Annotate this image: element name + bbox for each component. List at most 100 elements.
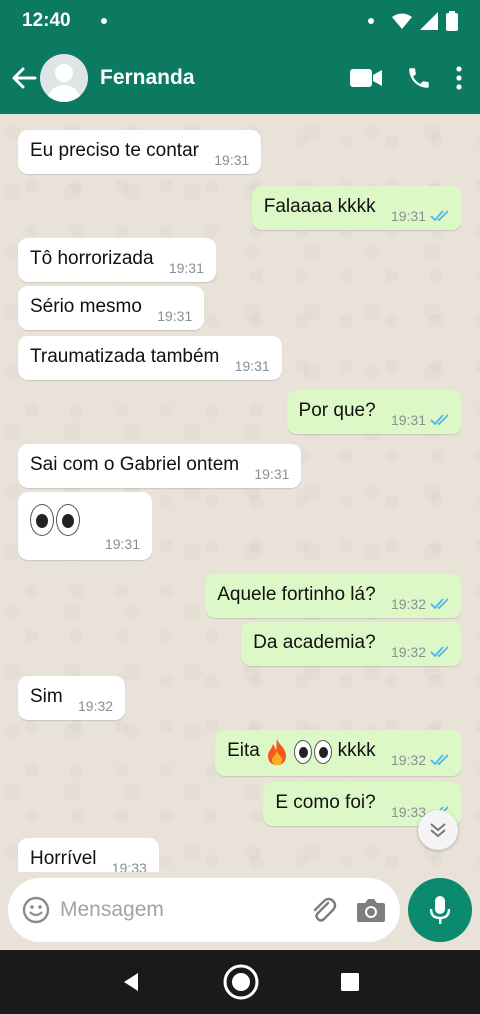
emoji-icon[interactable] (22, 896, 50, 924)
mic-button[interactable] (408, 878, 472, 942)
avatar[interactable] (40, 54, 88, 102)
message-text: Eu preciso te contar (30, 140, 199, 161)
message-meta: 19:31 (105, 536, 140, 552)
message-incoming[interactable]: Horrível 19:33 (18, 838, 159, 872)
message-text: Tô horrorizada (30, 248, 154, 269)
double-check-icon (430, 598, 449, 610)
double-check-icon (430, 754, 449, 766)
signal-icon (420, 12, 438, 30)
message-time: 19:31 (254, 466, 290, 482)
message-time: 19:32 (78, 698, 114, 714)
camera-icon[interactable] (356, 897, 386, 923)
double-check-icon (430, 646, 449, 658)
double-check-icon (430, 210, 449, 222)
eyes-emoji-icon (294, 740, 333, 764)
message-time: 19:31 (157, 308, 193, 324)
system-nav-bar (0, 950, 480, 1014)
notification-dot (100, 18, 107, 24)
message-meta: 19:32 (391, 752, 450, 768)
fire-emoji-icon (268, 739, 287, 765)
message-outgoing[interactable]: Por que? 19:31 (286, 390, 462, 434)
status-icons (368, 11, 458, 31)
message-meta: 19:33 (112, 860, 147, 872)
video-call-icon (350, 69, 382, 87)
message-text: Horrível (30, 848, 97, 869)
message-text: E como foi? (275, 792, 376, 813)
contact-name[interactable]: Fernanda (100, 66, 195, 90)
eye-icon (294, 740, 313, 764)
back-button[interactable] (8, 58, 40, 98)
message-text: Sim (30, 686, 63, 707)
message-outgoing[interactable]: Da academia? 19:32 (241, 622, 462, 666)
eye-icon (30, 504, 54, 536)
message-text: Sai com o Gabriel ontem (30, 454, 240, 475)
message-input[interactable] (60, 898, 280, 922)
avatar-body (47, 85, 81, 102)
message-time: 19:32 (390, 644, 426, 660)
scroll-to-bottom-button[interactable] (418, 810, 458, 850)
message-text: Traumatizada também (30, 346, 220, 367)
wifi-icon (392, 13, 412, 29)
message-time: 19:31 (390, 208, 426, 224)
message-meta: 19:31 (391, 412, 450, 428)
arrow-left-icon (12, 67, 37, 89)
message-meta: 19:31 (235, 358, 270, 374)
avatar-head (55, 64, 73, 82)
message-meta: 19:31 (214, 152, 249, 168)
double-check-icon (430, 414, 449, 426)
header-actions (350, 58, 480, 98)
more-vert-icon (456, 66, 462, 90)
message-time: 19:31 (214, 152, 250, 168)
message-outgoing[interactable]: Falaaaa kkkk 19:31 (251, 186, 462, 230)
paperclip-icon[interactable] (308, 895, 338, 925)
message-text: Da academia? (253, 632, 376, 653)
message-meta: 19:31 (391, 208, 450, 224)
message-text: Por que? (298, 400, 376, 421)
message-time: 19:33 (111, 860, 147, 872)
message-time: 19:31 (390, 412, 426, 428)
message-text: Sério mesmo (30, 296, 142, 317)
chat-area[interactable]: Eu preciso te contar 19:31 Falaaaa kkkk … (0, 114, 480, 872)
message-incoming[interactable]: Sim 19:32 (18, 676, 126, 720)
message-incoming-emoji[interactable]: 19:31 (18, 492, 152, 560)
more-options-button[interactable] (456, 58, 462, 98)
eyes-emoji-icon (30, 504, 80, 536)
message-input-box (8, 878, 400, 942)
nav-recents-icon[interactable] (340, 972, 360, 992)
message-outgoing[interactable]: Aquele fortinho lá? 19:32 (205, 574, 462, 618)
message-meta: 19:31 (169, 260, 204, 276)
status-time: 12:40 (22, 10, 71, 31)
message-incoming[interactable]: Sério mesmo 19:31 (18, 286, 205, 330)
message-text-suffix: kkkk (337, 740, 376, 761)
chevron-double-down-icon (430, 823, 446, 838)
message-incoming[interactable]: Tô horrorizada 19:31 (18, 238, 216, 282)
message-text: Falaaaa kkkk (263, 196, 376, 217)
battery-icon (446, 11, 458, 31)
message-time: 19:31 (104, 536, 140, 552)
message-time: 19:31 (234, 358, 270, 374)
message-outgoing-emoji[interactable]: Eita kkkk 19:32 (215, 730, 462, 776)
nav-home-icon[interactable] (222, 963, 260, 1001)
message-time: 19:31 (168, 260, 204, 276)
message-text: Eita (227, 740, 260, 761)
message-time: 19:32 (390, 752, 426, 768)
chat-header: Fernanda (0, 42, 480, 114)
message-meta: 19:32 (391, 644, 450, 660)
message-incoming[interactable]: Sai com o Gabriel ontem 19:31 (18, 444, 302, 488)
voice-call-button[interactable] (406, 58, 432, 98)
message-meta: 19:31 (254, 466, 289, 482)
message-meta: 19:32 (391, 596, 450, 612)
message-text: Aquele fortinho lá? (217, 584, 376, 605)
message-incoming[interactable]: Eu preciso te contar 19:31 (18, 130, 262, 174)
input-actions (308, 895, 386, 925)
eye-icon (314, 740, 333, 764)
message-time: 19:32 (390, 596, 426, 612)
message-meta: 19:31 (157, 308, 192, 324)
nav-back-icon[interactable] (120, 971, 142, 993)
input-bar (0, 872, 480, 950)
message-meta: 19:32 (78, 698, 113, 714)
message-incoming[interactable]: Traumatizada também 19:31 (18, 336, 282, 380)
video-call-button[interactable] (350, 58, 382, 98)
dot-icon (368, 18, 374, 24)
eye-icon (56, 504, 80, 536)
